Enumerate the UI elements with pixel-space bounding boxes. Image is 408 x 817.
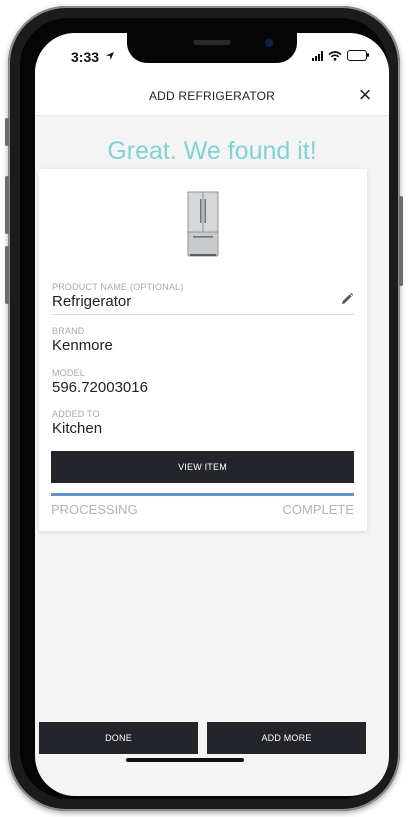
brand-field: BRAND Kenmore <box>52 326 354 354</box>
progress-start-label: PROCESSING <box>51 502 138 517</box>
model-field: MODEL 596.72003016 <box>52 368 354 396</box>
progress-fill <box>51 493 354 496</box>
model-label: MODEL <box>52 368 86 378</box>
speaker <box>193 40 231 45</box>
notch <box>127 33 297 63</box>
model-value: 596.72003016 <box>52 379 148 396</box>
close-icon[interactable]: × <box>353 84 377 108</box>
volume-up-button <box>5 176 9 234</box>
status-icons <box>312 50 369 61</box>
progress-end-label: COMPLETE <box>282 502 354 517</box>
view-item-button[interactable]: VIEW ITEM <box>51 451 354 483</box>
location-value: Kitchen <box>52 420 103 437</box>
location-field: ADDED TO Kitchen <box>52 409 354 437</box>
progress-labels: PROCESSING COMPLETE <box>51 502 354 517</box>
front-camera <box>265 39 273 47</box>
page-title: ADD REFRIGERATOR <box>148 89 276 103</box>
brand-value: Kenmore <box>52 337 113 354</box>
signal-icon <box>312 50 323 61</box>
status-time: 3:33 <box>71 49 100 65</box>
refrigerator-image <box>187 191 219 257</box>
product-name-value: Refrigerator <box>52 293 132 310</box>
location-arrow-icon <box>106 52 114 60</box>
done-button[interactable]: DONE <box>39 722 198 754</box>
battery-icon <box>347 50 369 61</box>
location-label: ADDED TO <box>52 409 100 419</box>
wifi-icon <box>328 50 342 61</box>
phone-frame: 3:33 ADD REFRIGERATOR × Great. We found … <box>5 6 403 811</box>
mute-switch <box>5 118 9 146</box>
add-more-button[interactable]: ADD MORE <box>207 722 366 754</box>
success-headline: Great. We found it! <box>107 137 317 165</box>
product-name-label: PRODUCT NAME (OPTIONAL) <box>52 282 184 292</box>
product-card: PRODUCT NAME (OPTIONAL) Refrigerator BRA… <box>39 169 367 531</box>
brand-label: BRAND <box>52 326 85 336</box>
product-name-field[interactable]: PRODUCT NAME (OPTIONAL) Refrigerator <box>52 282 354 315</box>
modal-header: ADD REFRIGERATOR × <box>35 77 389 116</box>
home-indicator <box>126 758 244 762</box>
edit-pencil-icon[interactable] <box>340 292 354 306</box>
power-button <box>399 196 403 286</box>
volume-down-button <box>5 246 9 304</box>
progress-bar <box>51 493 354 496</box>
